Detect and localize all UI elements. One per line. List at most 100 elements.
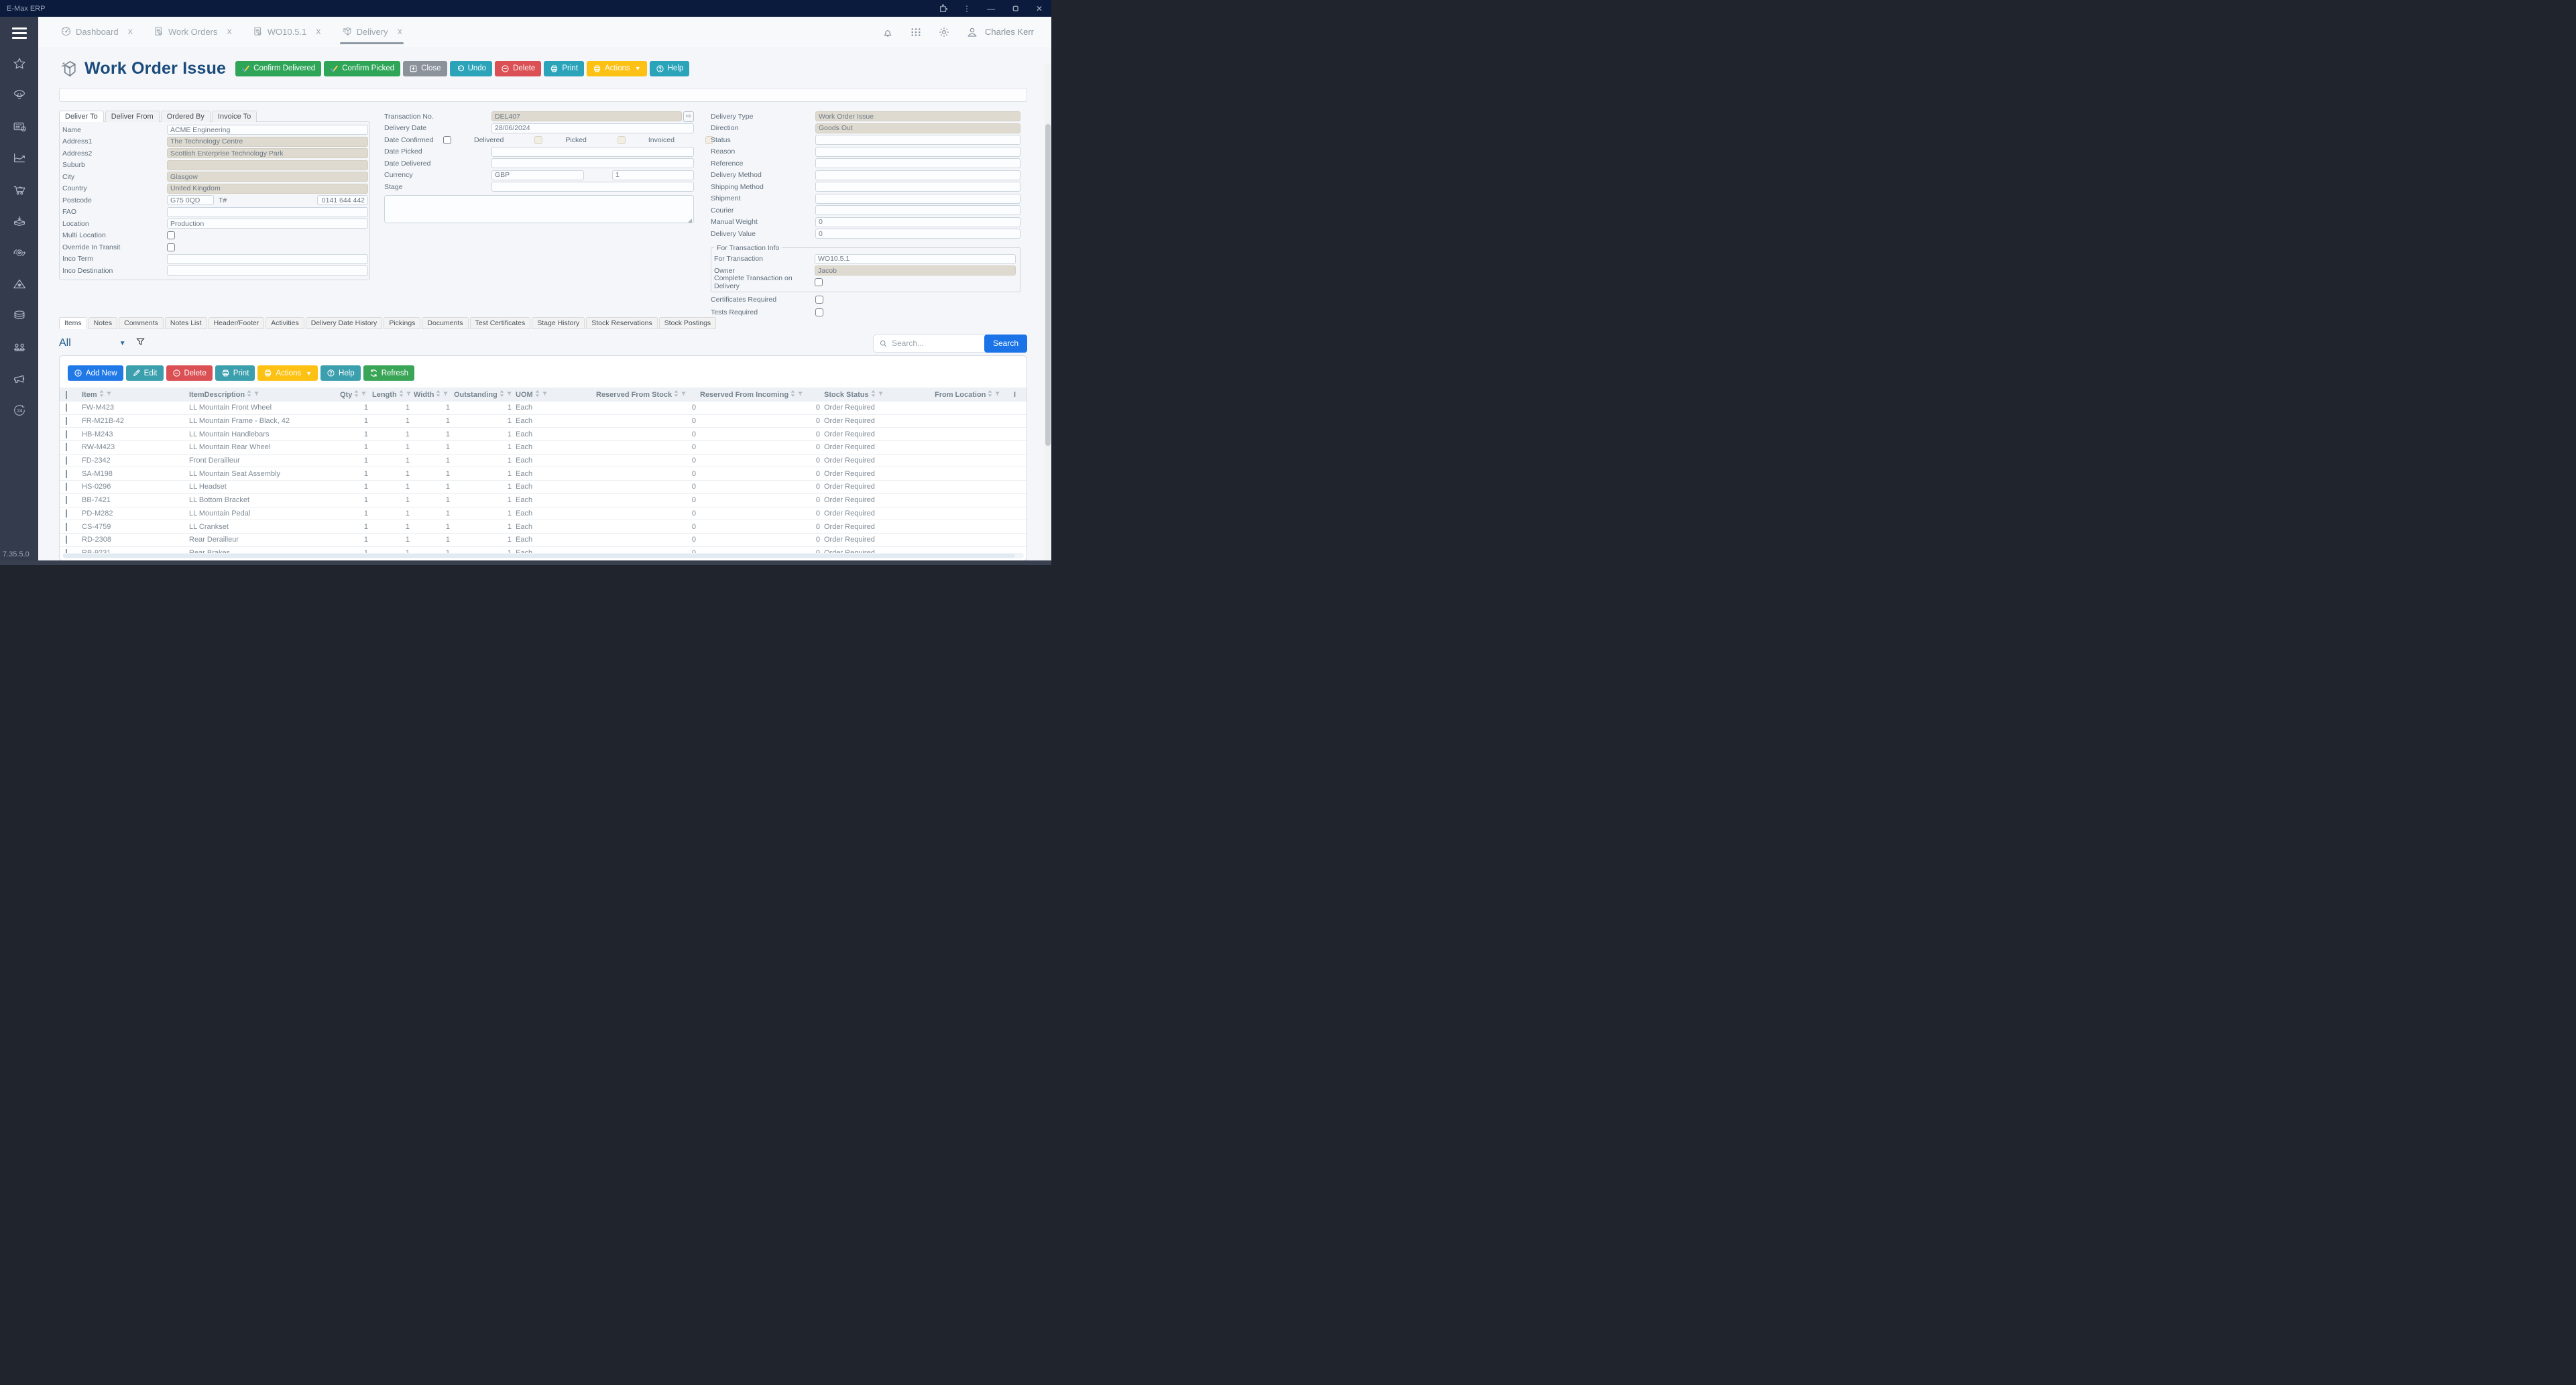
direction-field[interactable]	[815, 123, 1020, 133]
grid-delete-button[interactable]: Delete	[166, 365, 213, 381]
column-filter-icon[interactable]	[361, 391, 367, 399]
country-field[interactable]	[167, 184, 368, 194]
horizontal-scrollbar-thumb[interactable]	[63, 554, 1015, 558]
owner-field[interactable]	[815, 265, 1016, 276]
row-checkbox[interactable]	[66, 523, 67, 531]
support-24-icon[interactable]: 24	[12, 403, 27, 418]
column-header-reserved-from-stock[interactable]: Reserved From Stock	[594, 390, 698, 399]
chevron-down-icon[interactable]: ▼	[119, 340, 126, 347]
row-checkbox[interactable]	[66, 417, 67, 425]
meetings-icon[interactable]	[12, 340, 27, 355]
column-header-length[interactable]: Length	[370, 390, 412, 399]
grid-refresh-button[interactable]: Refresh	[363, 365, 414, 381]
horizontal-scrollbar[interactable]	[62, 553, 1024, 558]
picked-checkbox[interactable]	[618, 136, 626, 144]
multi-location-checkbox[interactable]	[167, 231, 175, 239]
sort-icon[interactable]	[988, 390, 992, 399]
tab-close-icon[interactable]: X	[316, 28, 320, 36]
resize-handle[interactable]	[688, 219, 692, 223]
sort-icon[interactable]	[99, 390, 104, 399]
reference-field[interactable]	[815, 158, 1020, 168]
courier-field[interactable]	[815, 205, 1020, 215]
inco-destination-field[interactable]	[167, 265, 368, 276]
exchange-rate-field[interactable]	[612, 170, 694, 180]
sort-icon[interactable]	[791, 390, 795, 399]
row-checkbox[interactable]	[66, 496, 67, 504]
city-field[interactable]	[167, 172, 368, 182]
tab-delivery[interactable]: DeliveryX	[340, 21, 404, 43]
confirm-picked-button[interactable]: Confirm Picked	[324, 61, 400, 76]
production-icon[interactable]	[12, 245, 27, 260]
grid-print-button[interactable]: Print	[215, 365, 255, 381]
postcode-field[interactable]	[167, 195, 214, 205]
column-header-uom[interactable]: UOM	[514, 390, 594, 399]
detail-tab-pickings[interactable]: Pickings	[384, 317, 420, 329]
column-filter-icon[interactable]	[681, 391, 687, 399]
row-checkbox[interactable]	[66, 470, 67, 478]
grid-edit-button[interactable]: Edit	[126, 365, 164, 381]
detail-tab-delivery-date-history[interactable]: Delivery Date History	[306, 317, 383, 329]
vertical-scrollbar-thumb[interactable]	[1045, 124, 1051, 446]
table-row[interactable]: CS-4759LL Crankset1111Each00Order Requir…	[60, 520, 1027, 534]
sort-icon[interactable]	[354, 390, 359, 399]
table-row[interactable]: FW-M423LL Mountain Front Wheel1111Each00…	[60, 402, 1027, 415]
vertical-scrollbar[interactable]: ▼	[1045, 64, 1051, 565]
table-row[interactable]: BB-7421LL Bottom Bracket1111Each00Order …	[60, 494, 1027, 507]
grid-add-new-button[interactable]: Add New	[68, 365, 123, 381]
purchasing-icon[interactable]	[12, 182, 27, 197]
delivery-type-field[interactable]	[815, 111, 1020, 121]
detail-tab-items[interactable]: Items	[59, 317, 87, 329]
inco-term-field[interactable]	[167, 254, 368, 264]
extensions-icon[interactable]	[931, 0, 955, 17]
goods-in-icon[interactable]	[12, 214, 27, 229]
row-checkbox[interactable]	[66, 457, 67, 465]
detail-tab-documents[interactable]: Documents	[422, 317, 468, 329]
table-row[interactable]: SA-M198LL Mountain Seat Assembly1111Each…	[60, 467, 1027, 481]
row-checkbox[interactable]	[66, 430, 67, 438]
manual-weight-field[interactable]	[815, 217, 1020, 227]
sort-icon[interactable]	[436, 390, 441, 399]
table-row[interactable]: HS-0296LL Headset1111Each00Order Require…	[60, 481, 1027, 494]
address1-field[interactable]	[167, 137, 368, 147]
row-checkbox[interactable]	[66, 443, 67, 451]
date-delivered-field[interactable]	[491, 158, 694, 168]
sort-icon[interactable]	[399, 390, 404, 399]
sort-icon[interactable]	[674, 390, 679, 399]
transaction-no-field[interactable]	[491, 111, 682, 121]
delivered-checkbox[interactable]	[534, 136, 542, 144]
row-checkbox[interactable]	[66, 483, 67, 491]
actions-button[interactable]: Actions▼	[587, 61, 647, 76]
detail-tab-notes[interactable]: Notes	[89, 317, 117, 329]
column-filter-icon[interactable]	[406, 391, 412, 399]
close-window-button[interactable]: ✕	[1027, 0, 1051, 17]
table-row[interactable]: FD-2342Front Derailleur1111Each00Order R…	[60, 455, 1027, 468]
address-tab-deliver-from[interactable]: Deliver From	[105, 111, 160, 122]
tests-required-checkbox[interactable]	[815, 308, 823, 316]
detail-tab-test-certificates[interactable]: Test Certificates	[470, 317, 531, 329]
tab-wo10-5-1[interactable]: WO10.5.1X	[251, 21, 323, 43]
maximize-button[interactable]	[1003, 0, 1027, 17]
table-row[interactable]: RW-M423LL Mountain Rear Wheel1111Each00O…	[60, 441, 1027, 455]
grid-actions-button[interactable]: Actions▼	[257, 365, 318, 381]
table-row[interactable]: HB-M243LL Mountain Handlebars1111Each00O…	[60, 428, 1027, 441]
hamburger-menu-icon[interactable]	[12, 25, 27, 42]
row-checkbox[interactable]	[66, 509, 67, 518]
column-filter-icon[interactable]	[253, 391, 259, 399]
phone-field[interactable]	[317, 195, 368, 205]
detail-tab-stage-history[interactable]: Stage History	[532, 317, 585, 329]
table-row[interactable]: PD-M282LL Mountain Pedal1111Each00Order …	[60, 507, 1027, 521]
currency-field[interactable]	[491, 170, 584, 180]
search-input[interactable]	[888, 339, 984, 348]
tab-dashboard[interactable]: DashboardX	[59, 21, 134, 43]
tab-close-icon[interactable]: X	[128, 28, 133, 36]
row-checkbox[interactable]	[66, 404, 67, 412]
for-transaction-field[interactable]	[815, 254, 1016, 264]
settings-gear-icon[interactable]	[938, 26, 950, 38]
table-row[interactable]: FR-M21B-42LL Mountain Frame - Black, 421…	[60, 415, 1027, 428]
location-field[interactable]	[167, 219, 368, 229]
status-field[interactable]	[815, 135, 1020, 145]
address-tab-deliver-to[interactable]: Deliver To	[59, 111, 104, 122]
detail-tab-header-footer[interactable]: Header/Footer	[209, 317, 265, 329]
analytics-icon[interactable]	[12, 151, 27, 166]
column-header-from-location[interactable]: From Location	[933, 390, 1012, 399]
